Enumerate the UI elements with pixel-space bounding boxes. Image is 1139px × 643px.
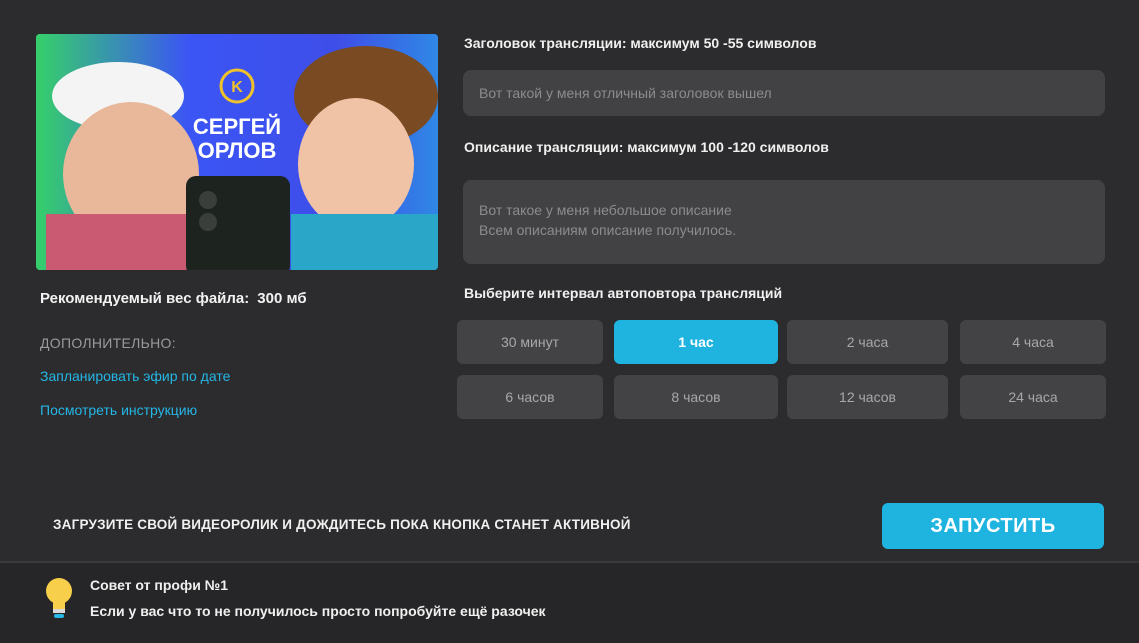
description-field-label: Описание трансляции: максимум 100 -120 с…: [464, 139, 829, 155]
thumbnail-title-line1: СЕРГЕЙ: [193, 114, 281, 139]
interval-option-30min[interactable]: 30 минут: [457, 320, 603, 364]
upload-instruction: ЗАГРУЗИТЕ СВОЙ ВИДЕОРОЛИК И ДОЖДИТЕСЬ ПО…: [53, 517, 631, 532]
video-thumbnail: K СЕРГЕЙ ОРЛОВ: [36, 34, 438, 270]
thumbnail-logo: K: [231, 79, 243, 96]
interval-option-24h[interactable]: 24 часа: [960, 375, 1106, 419]
description-line-2: Всем описаниям описание получилось.: [479, 222, 737, 238]
description-line-1: Вот такое у меня небольшое описание: [479, 202, 732, 218]
file-weight-label: Рекомендуемый вес файла:: [40, 290, 250, 307]
file-weight-value: 300 мб: [257, 290, 307, 307]
tip-title: Совет от профи №1: [90, 577, 229, 593]
interval-option-4h[interactable]: 4 часа: [960, 320, 1106, 364]
file-weight-info: Рекомендуемый вес файла: 300 мб: [40, 290, 307, 307]
stream-title-input[interactable]: Вот такой у меня отличный заголовок выше…: [463, 70, 1105, 116]
interval-label: Выберите интервал автоповтора трансляций: [464, 285, 783, 301]
stream-description-textarea[interactable]: Вот такое у меня небольшое описание Всем…: [463, 180, 1105, 264]
schedule-stream-link[interactable]: Запланировать эфир по дате: [40, 368, 230, 384]
lightbulb-icon: [44, 576, 74, 622]
interval-option-1h[interactable]: 1 час: [614, 320, 778, 364]
interval-option-8h[interactable]: 8 часов: [614, 375, 778, 419]
view-instructions-link[interactable]: Посмотреть инструкцию: [40, 402, 197, 418]
title-field-label: Заголовок трансляции: максимум 50 -55 си…: [464, 35, 817, 51]
thumbnail-title-line2: ОРЛОВ: [198, 138, 277, 163]
tip-text: Если у вас что то не получилось просто п…: [90, 603, 546, 619]
stream-setup-panel: K СЕРГЕЙ ОРЛОВ Рекомендуемый вес файла: 3…: [0, 0, 1139, 643]
interval-option-2h[interactable]: 2 часа: [787, 320, 948, 364]
interval-option-6h[interactable]: 6 часов: [457, 375, 603, 419]
interval-option-12h[interactable]: 12 часов: [787, 375, 948, 419]
launch-button[interactable]: ЗАПУСТИТЬ: [882, 503, 1104, 549]
extra-section-label: ДОПОЛНИТЕЛЬНО:: [40, 335, 176, 351]
thumbnail-artwork: K СЕРГЕЙ ОРЛОВ: [36, 34, 438, 270]
